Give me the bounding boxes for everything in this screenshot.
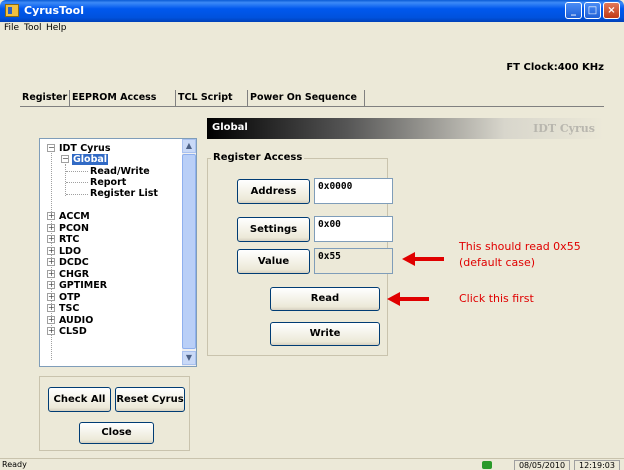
app-window: CyrusTool _ □ × File Tool Help FT Clock:…	[0, 0, 624, 470]
expand-icon[interactable]: +	[47, 281, 55, 289]
tree-item-tsc[interactable]: TSC	[59, 303, 79, 314]
tree-item-accm[interactable]: ACCM	[59, 211, 90, 222]
scroll-down-icon[interactable]: ▼	[182, 351, 196, 365]
value-field: 0x55	[314, 248, 393, 274]
collapse-icon[interactable]: −	[61, 155, 69, 163]
tree-item-audio[interactable]: AUDIO	[59, 315, 93, 326]
panel-title: Global	[212, 122, 248, 133]
tree-item-pcon[interactable]: PCON	[59, 223, 89, 234]
tree-item-read-write[interactable]: Read/Write	[90, 166, 150, 177]
tree-line	[66, 194, 88, 195]
collapse-icon[interactable]: −	[47, 144, 55, 152]
expand-icon[interactable]: +	[47, 327, 55, 335]
menu-help[interactable]: Help	[46, 23, 67, 33]
value-button[interactable]: Value	[237, 249, 310, 274]
brand-label: IDT Cyrus	[533, 122, 595, 135]
status-bar: Ready 08/05/2010 12:19:03	[0, 458, 624, 470]
tree-line	[65, 164, 66, 196]
close-window-button[interactable]: ×	[603, 2, 620, 19]
write-button[interactable]: Write	[270, 322, 380, 346]
tab-eeprom-access[interactable]: EEPROM Access	[70, 90, 176, 106]
menu-file[interactable]: File	[4, 23, 19, 33]
ft-clock-label: FT Clock:400 KHz	[506, 62, 604, 73]
minimize-button[interactable]: _	[565, 2, 582, 19]
settings-button[interactable]: Settings	[237, 217, 310, 242]
expand-icon[interactable]: +	[47, 235, 55, 243]
expand-icon[interactable]: +	[47, 223, 55, 232]
tab-power-on-sequence[interactable]: Power On Sequence	[248, 90, 365, 106]
read-annotation: Click this first	[459, 292, 534, 305]
scroll-thumb[interactable]	[182, 154, 196, 349]
tree-item-global[interactable]: Global	[72, 154, 109, 165]
tree-item-rtc[interactable]: RTC	[59, 234, 79, 245]
menu-bar: File Tool Help	[0, 22, 624, 36]
register-access-legend: Register Access	[211, 152, 305, 163]
tree-item-gptimer[interactable]: GPTIMER	[59, 280, 107, 291]
check-all-button[interactable]: Check All	[48, 387, 111, 412]
tab-tcl-script[interactable]: TCL Script	[176, 90, 248, 106]
reset-cyrus-button[interactable]: Reset Cyrus	[115, 387, 185, 412]
address-button[interactable]: Address	[237, 179, 310, 204]
register-access-group: Register Access Address 0x0000 Settings …	[207, 152, 393, 356]
tab-divider	[20, 106, 604, 107]
status-time: 12:19:03	[574, 460, 620, 470]
value-annotation-line2: (default case)	[459, 256, 536, 269]
status-date: 08/05/2010	[514, 460, 570, 470]
settings-field[interactable]: 0x00	[314, 216, 393, 242]
tree-item-register-list[interactable]: Register List	[90, 188, 158, 199]
tree-item-chgr[interactable]: CHGR	[59, 269, 89, 280]
close-button[interactable]: Close	[79, 422, 154, 444]
status-text: Ready	[2, 460, 27, 469]
expand-icon[interactable]: +	[47, 246, 55, 255]
maximize-button[interactable]: □	[584, 2, 601, 19]
connection-icon	[482, 461, 492, 469]
expand-icon[interactable]: +	[47, 212, 55, 220]
expand-icon[interactable]: +	[47, 269, 55, 278]
tree-scrollbar[interactable]: ▲ ▼	[182, 139, 196, 366]
tab-register[interactable]: Register	[20, 90, 70, 106]
tree-actions-group: Check All Reset Cyrus Close	[39, 376, 190, 451]
tree-item-dcdc[interactable]: DCDC	[59, 257, 89, 268]
tree-item-clsd[interactable]: CLSD	[59, 326, 87, 337]
tree-line	[66, 171, 88, 172]
register-tree[interactable]: − IDT Cyrus − Global Read/Write Report R…	[39, 138, 197, 367]
value-annotation-line1: This should read 0x55	[459, 240, 581, 253]
expand-icon[interactable]: +	[47, 292, 55, 301]
expand-icon[interactable]: +	[47, 315, 55, 324]
panel-header: Global IDT Cyrus	[207, 118, 604, 139]
tree-root[interactable]: IDT Cyrus	[59, 143, 110, 154]
annotation-arrow-shaft	[399, 297, 429, 301]
expand-icon[interactable]: +	[47, 304, 55, 312]
expand-icon[interactable]: +	[47, 258, 55, 266]
title-bar[interactable]: CyrusTool _ □ ×	[0, 0, 624, 22]
tree-line	[66, 182, 88, 183]
menu-tool[interactable]: Tool	[24, 23, 41, 33]
window-title: CyrusTool	[24, 4, 84, 17]
address-field[interactable]: 0x0000	[314, 178, 393, 204]
tree-item-ldo[interactable]: LDO	[59, 246, 81, 257]
tree-item-report[interactable]: Report	[90, 177, 126, 188]
annotation-arrow-shaft	[414, 257, 444, 261]
read-button[interactable]: Read	[270, 287, 380, 311]
app-icon	[5, 4, 19, 17]
tree-item-otp[interactable]: OTP	[59, 292, 81, 303]
scroll-up-icon[interactable]: ▲	[182, 139, 196, 153]
